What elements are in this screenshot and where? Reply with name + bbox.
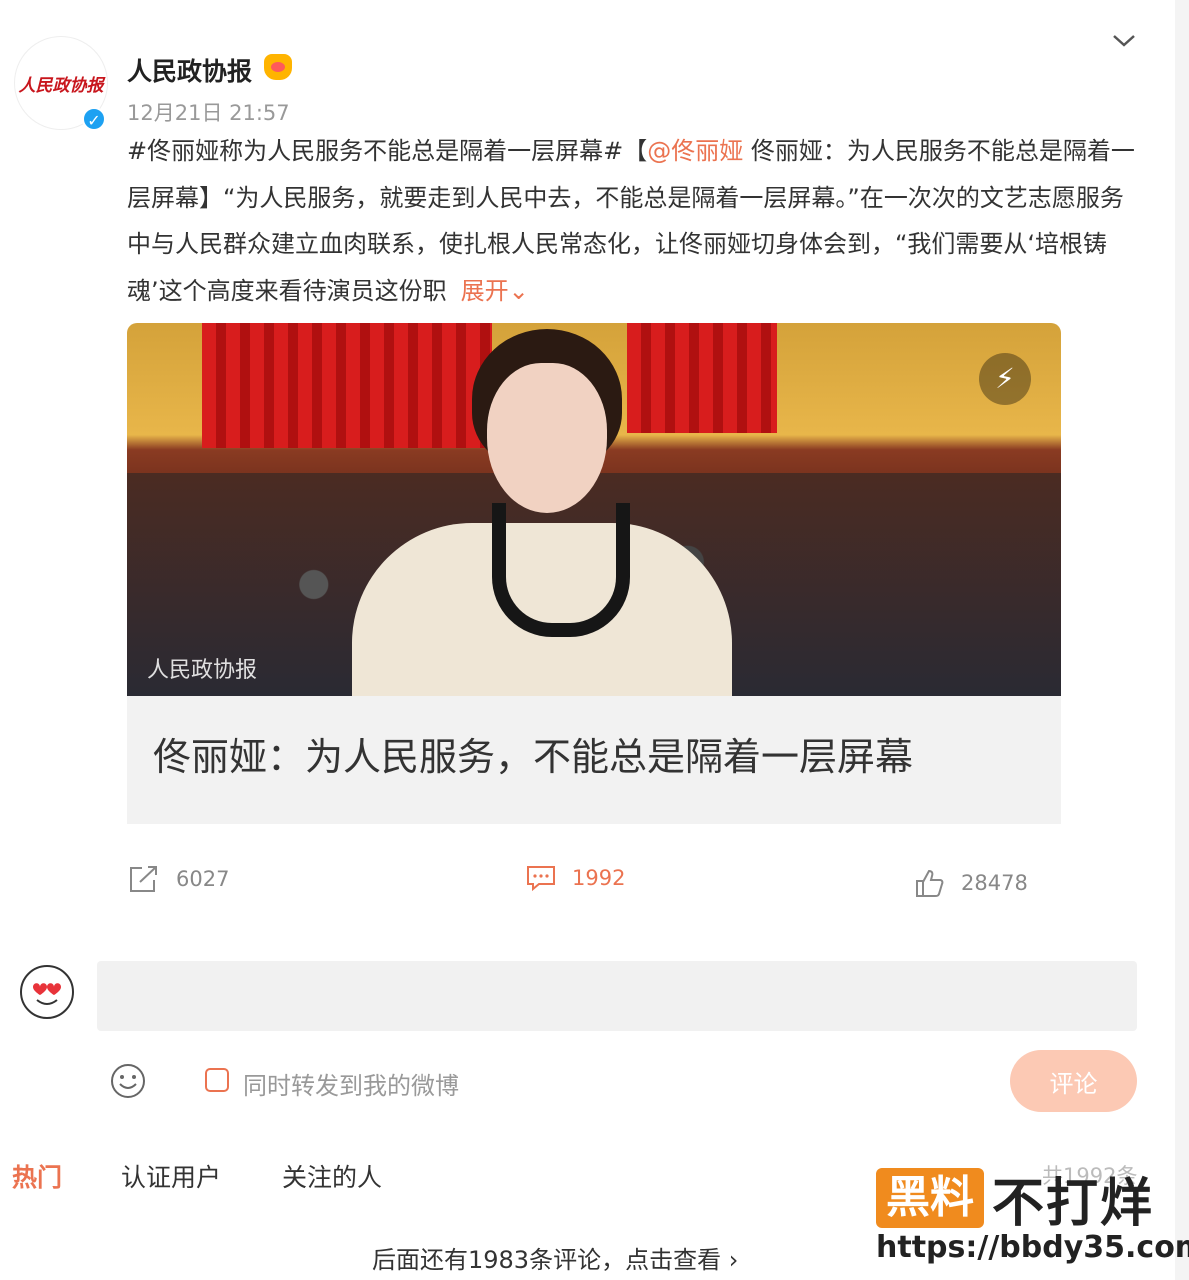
avatar-text: 人民政协报	[18, 75, 104, 96]
like-button[interactable]: 28478	[915, 868, 1028, 898]
vip-crown-icon	[264, 54, 292, 80]
chevron-right-icon: ›	[728, 1246, 739, 1274]
photo-watermark: 人民政协报	[147, 658, 258, 683]
comment-button[interactable]: 1992	[526, 864, 625, 892]
author-name[interactable]: 人民政协报	[127, 52, 252, 88]
lightning-icon[interactable]: ⚡	[979, 353, 1031, 405]
repost-icon	[130, 866, 157, 892]
tab-verified-users[interactable]: 认证用户	[121, 1158, 221, 1194]
repost-count: 6027	[176, 867, 230, 891]
chevron-down-icon[interactable]	[1111, 30, 1137, 50]
post-text-part1: #佟丽娅称为人民服务不能总是隔着一层屏幕#【	[127, 137, 648, 165]
mention-link[interactable]: @佟丽娅	[647, 137, 743, 165]
watermark-box-text: 黑料	[876, 1168, 984, 1228]
link-card-caption[interactable]: 佟丽娅：为人民服务，不能总是隔着一层屏幕	[127, 696, 1061, 824]
expand-link[interactable]: 展开⌄	[461, 277, 529, 305]
comment-count: 1992	[572, 866, 626, 890]
comment-icon	[527, 866, 555, 892]
tab-hot[interactable]: 热门	[12, 1158, 62, 1194]
caption-text: 佟丽娅：为人民服务，不能总是隔着一层屏幕	[153, 735, 914, 779]
post-photo[interactable]: ⚡ 人民政协报	[127, 323, 1061, 696]
repost-button[interactable]: 6027	[128, 864, 229, 894]
action-bar: 6027 1992 28478	[0, 864, 1175, 900]
verified-icon: ✓	[82, 107, 106, 131]
post-body: #佟丽娅称为人民服务不能总是隔着一层屏幕#【@佟丽娅 佟丽娅：为人民服务不能总是…	[127, 128, 1137, 314]
person-figure	[352, 323, 732, 696]
site-watermark-url: https://bbdy35.com	[876, 1230, 1189, 1265]
watermark-rest-text: 不打烊	[992, 1173, 1155, 1234]
tab-following[interactable]: 关注的人	[282, 1158, 382, 1194]
emoji-icon[interactable]	[110, 1063, 146, 1099]
expand-label: 展开	[460, 276, 509, 305]
repost-checkbox-label[interactable]: 同时转发到我的微博	[243, 1066, 459, 1101]
post-timestamp: 12月21日 21:57	[127, 101, 290, 125]
heart-eyes-emoji-icon	[33, 983, 61, 1005]
weibo-post-card: 人民政协报 ✓ 人民政协报 12月21日 21:57 #佟丽娅称为人民服务不能总…	[0, 0, 1175, 1280]
more-comments-text: 后面还有1983条评论，点击查看	[372, 1246, 722, 1274]
submit-comment-button[interactable]: 评论	[1010, 1050, 1137, 1112]
site-watermark-logo: 黑料 不打烊	[876, 1168, 1154, 1234]
repost-checkbox[interactable]	[205, 1068, 229, 1092]
thumbs-up-icon	[916, 869, 944, 897]
like-count: 28478	[961, 871, 1028, 895]
more-comments-link[interactable]: 后面还有1983条评论，点击查看 ›	[372, 1240, 738, 1275]
comment-input[interactable]	[97, 961, 1137, 1031]
user-avatar[interactable]	[20, 965, 74, 1019]
